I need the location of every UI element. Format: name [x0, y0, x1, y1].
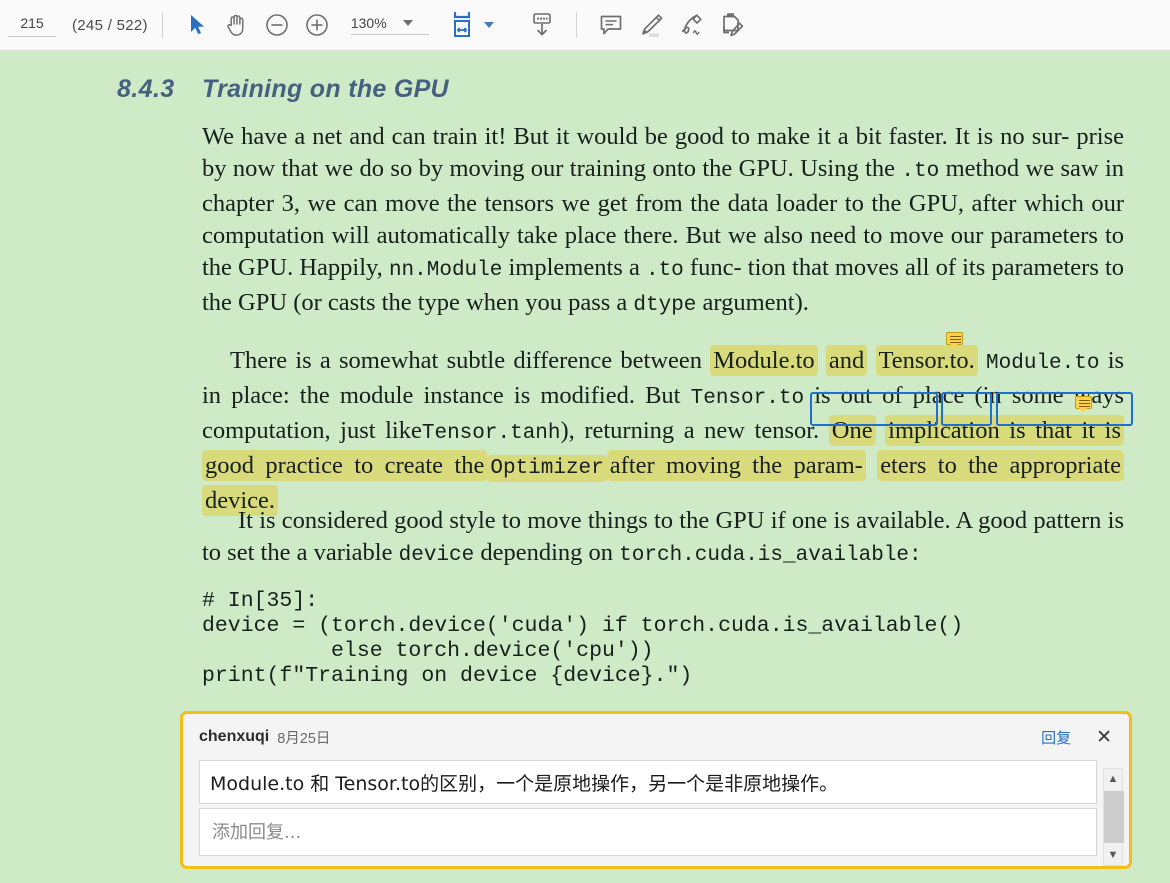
highlight-button[interactable] [631, 5, 671, 45]
zoom-out-icon [266, 14, 288, 36]
reply-link[interactable]: 回复 [1041, 727, 1071, 748]
signature-pen-icon [681, 14, 702, 35]
zoom-in-button[interactable] [297, 5, 337, 45]
fill-sign-icon [723, 13, 744, 37]
comment-marker-icon-2[interactable] [1075, 396, 1092, 413]
p3-code-device: device [398, 544, 475, 567]
highlight-tensor-to[interactable]: Tensor.to. [875, 345, 978, 376]
comment-bubble-icon [600, 15, 622, 35]
paragraph-intro: We have a net and can train it! But it w… [202, 121, 1124, 322]
comment-popup[interactable]: chenxuqi 8月25日 回复 ✕ Module.to 和 Tensor.t… [180, 711, 1132, 869]
section-number: 8.4.3 [117, 75, 175, 103]
fit-page-button[interactable] [447, 9, 494, 41]
section-title: Training on the GPU [202, 75, 449, 103]
zoom-level-selector[interactable]: 130% [350, 15, 429, 35]
scroll-up-arrow-icon[interactable]: ▲ [1103, 769, 1123, 789]
chevron-down-icon [483, 22, 494, 28]
comment-text[interactable]: Module.to 和 Tensor.to的区别，一个是原地操作，另一个是非原地… [199, 760, 1097, 804]
p3-code-isavailable: torch.cuda.is_available: [619, 544, 922, 567]
cursor-arrow-icon [190, 15, 204, 35]
p2-line3b: ), returning a new tensor. [560, 417, 820, 444]
paragraph-goodstyle: It is considered good style to move thin… [202, 505, 1124, 572]
highlighter-pen-icon [642, 14, 663, 37]
code-block: # In[35]: device = (torch.device('cuda')… [202, 589, 964, 688]
paragraph-difference: There is a somewhat subtle difference be… [202, 345, 1124, 517]
download-button[interactable] [522, 5, 562, 45]
fit-width-icon [453, 11, 470, 37]
p2-code-tensortanh: Tensor.tanh [421, 422, 561, 445]
p1-line5c: func- [689, 254, 742, 281]
select-tool-button[interactable] [177, 5, 217, 45]
highlight-optimizer[interactable]: Optimizer [487, 455, 607, 482]
p1-line1: We have a net and can train it! But it w… [202, 123, 1070, 150]
comment-marker-icon-1[interactable] [946, 332, 963, 349]
p1-code-nnmodule: nn.Module [388, 259, 503, 282]
draw-freehand-button[interactable] [671, 5, 711, 45]
zoom-level-value: 130% [350, 15, 387, 31]
reply-input-wrapper[interactable] [199, 808, 1097, 856]
zoom-in-icon [306, 14, 328, 36]
add-comment-button[interactable] [591, 5, 631, 45]
comment-popup-header: chenxuqi 8月25日 回复 ✕ [183, 714, 1129, 760]
scroll-down-arrow-icon[interactable]: ▼ [1103, 845, 1123, 865]
p3-line1: It is considered good style to move thin… [238, 507, 1028, 534]
reply-input[interactable] [210, 820, 1086, 844]
toolbar-divider-2 [575, 12, 577, 38]
p1-line7: argument). [702, 289, 809, 316]
comment-date: 8月25日 [277, 730, 331, 747]
zoom-out-button[interactable] [257, 5, 297, 45]
comment-author: chenxuqi [199, 728, 270, 745]
p1-code-dtype: dtype [633, 294, 697, 317]
p2-code-tensorto: Tensor.to [690, 387, 805, 410]
p1-code-to: .to [901, 160, 940, 183]
close-icon[interactable]: ✕ [1093, 728, 1115, 747]
highlight-and[interactable]: and [825, 345, 868, 376]
page-number-input[interactable] [10, 13, 54, 32]
fill-and-sign-button[interactable] [711, 5, 751, 45]
selection-box-module-to[interactable] [810, 392, 938, 426]
pdf-toolbar: (245 / 522) 130% [0, 0, 1170, 51]
hand-icon [227, 14, 244, 36]
scrollbar-thumb[interactable] [1104, 791, 1124, 843]
selection-box-tensor-to[interactable] [996, 392, 1133, 426]
highlight-module-to[interactable]: Module.to [710, 345, 818, 376]
comment-scrollbar[interactable]: ▲ ▼ [1103, 768, 1124, 866]
chevron-down-icon [402, 20, 413, 26]
selection-box-and[interactable] [941, 392, 992, 426]
p2-code-moduleto: Module.to [986, 352, 1100, 375]
hand-tool-button[interactable] [217, 5, 257, 45]
page-count-label: (245 / 522) [72, 16, 148, 34]
toolbar-divider-1 [161, 12, 163, 38]
download-icon [533, 13, 551, 36]
p3-line2b: depending on [480, 539, 614, 566]
highlight-after-moving[interactable]: after moving the param- [606, 450, 866, 481]
comment-popup-body: Module.to 和 Tensor.to的区别，一个是原地操作，另一个是非原地… [199, 760, 1097, 856]
page-number-field[interactable] [8, 13, 56, 37]
p1-code-to2: .to [645, 259, 684, 282]
p2-line1: There is a somewhat subtle difference be… [230, 347, 703, 374]
p1-line5b: implements a [508, 254, 640, 281]
